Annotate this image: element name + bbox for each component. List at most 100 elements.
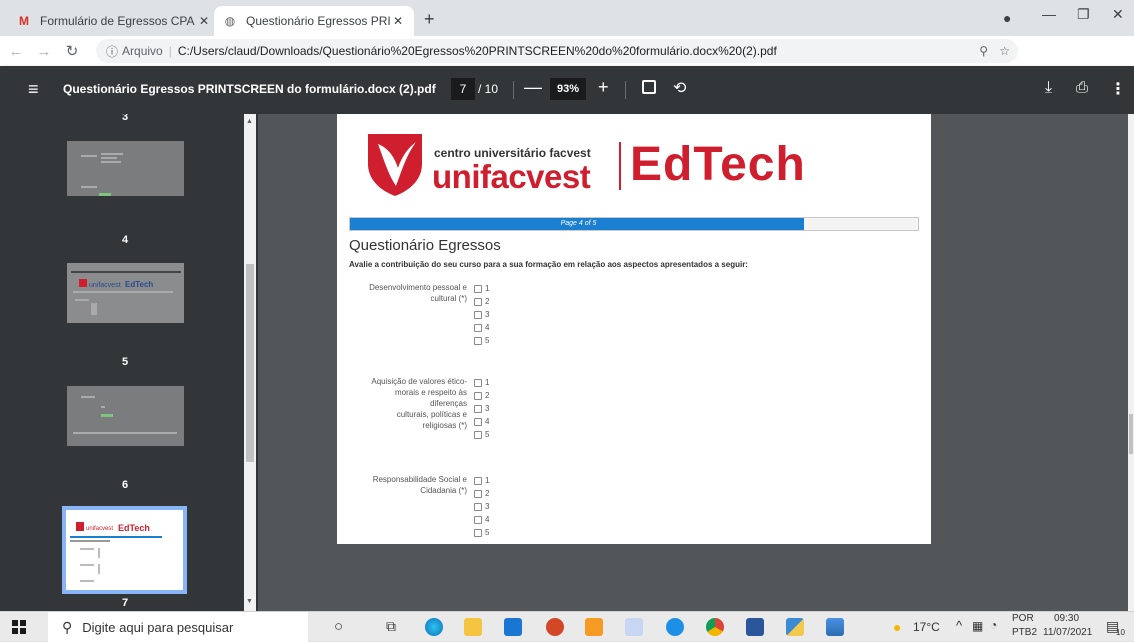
checkbox-option[interactable]: 2: [474, 487, 489, 500]
network-icon[interactable]: ▦: [972, 619, 983, 633]
more-options-icon[interactable]: ⋮: [1110, 79, 1126, 99]
new-tab-button[interactable]: +: [424, 9, 435, 30]
print-icon[interactable]: ⎙: [1076, 79, 1088, 96]
hamburger-menu-icon[interactable]: ≡: [28, 79, 39, 100]
toolbar-divider: [513, 81, 514, 99]
thumbnail-number: 3: [121, 114, 129, 123]
checkbox[interactable]: [474, 310, 482, 319]
thumbnail-preview: unifacvest EdTech: [67, 263, 184, 323]
checkbox-group: 1 2 3 4 5: [474, 376, 489, 441]
checkbox[interactable]: [474, 391, 482, 400]
fit-to-page-icon[interactable]: [642, 80, 656, 94]
paint-icon[interactable]: [585, 618, 603, 636]
viewer-scroll-thumb[interactable]: [1129, 414, 1133, 454]
svg-text:unifacvest: unifacvest: [89, 282, 121, 289]
zoom-out-button[interactable]: —: [524, 77, 542, 98]
reload-icon[interactable]: ↻: [60, 42, 84, 60]
checkbox[interactable]: [474, 336, 482, 345]
wifi-icon[interactable]: ◔: [990, 618, 997, 632]
info-icon[interactable]: ⓘ: [106, 43, 118, 60]
checkbox-option[interactable]: 4: [474, 513, 489, 526]
checkbox-option[interactable]: 3: [474, 308, 489, 321]
clock-time[interactable]: 09:30: [1054, 613, 1079, 624]
form-intro: Avalie a contribuição do seu curso para …: [349, 260, 748, 269]
unifacvest-edtech-logo: centro universitário facvest unifacvest …: [366, 130, 846, 200]
tab-pdf-questionario[interactable]: ◍ Questionário Egressos PRINTSCR ✕: [214, 6, 414, 36]
scroll-down-icon[interactable]: ▼: [246, 598, 253, 605]
checkbox-option[interactable]: 2: [474, 389, 489, 402]
globe-icon: ◍: [224, 14, 236, 28]
logo-wordmark: unifacvest: [432, 158, 591, 195]
taskbar-search-box[interactable]: ⚲ Digite aqui para pesquisar: [48, 612, 308, 642]
task-view-icon[interactable]: ⧉: [386, 618, 396, 635]
thumbnail-page-4[interactable]: [67, 141, 184, 196]
scroll-up-icon[interactable]: ▲: [246, 118, 253, 125]
edge-icon[interactable]: [425, 618, 443, 636]
url-text[interactable]: C:/Users/claud/Downloads/Questionário%20…: [178, 44, 777, 58]
minimize-icon[interactable]: —: [1042, 6, 1056, 22]
checkbox[interactable]: [474, 515, 482, 524]
tab-gmail-form[interactable]: M Formulário de Egressos CPA unifa ✕: [8, 6, 220, 36]
close-tab-icon[interactable]: ✕: [196, 14, 212, 28]
thumbnail-preview: [73, 396, 177, 434]
checkbox[interactable]: [474, 297, 482, 306]
address-bar[interactable]: ⓘ Arquivo | C:/Users/claud/Downloads/Que…: [96, 39, 1018, 63]
zoom-magnifier-icon[interactable]: ⚲: [979, 44, 988, 58]
skype-icon[interactable]: [666, 618, 684, 636]
restore-icon[interactable]: ❐: [1077, 6, 1090, 23]
profile-indicator-icon[interactable]: ●: [1003, 10, 1011, 26]
word-icon[interactable]: [746, 618, 764, 636]
file-explorer-icon[interactable]: [464, 618, 482, 636]
zoom-in-button[interactable]: +: [598, 77, 609, 98]
thumbnail-page-7-selected[interactable]: unifacvest EdTech: [62, 506, 187, 594]
checkbox[interactable]: [474, 502, 482, 511]
download-icon[interactable]: ⤓: [1045, 79, 1052, 97]
close-tab-icon[interactable]: ✕: [390, 14, 406, 28]
checkbox-option[interactable]: 3: [474, 402, 489, 415]
sidebar-scrollbar[interactable]: ▲ ▼: [244, 114, 256, 611]
sidebar-scroll-thumb[interactable]: [246, 264, 254, 462]
forward-icon[interactable]: →: [32, 43, 56, 60]
checkbox[interactable]: [474, 417, 482, 426]
checkbox[interactable]: [474, 489, 482, 498]
checkbox-option[interactable]: 2: [474, 295, 489, 308]
checkbox[interactable]: [474, 404, 482, 413]
weather-temp[interactable]: 17°C: [913, 620, 940, 634]
app-icon[interactable]: [786, 618, 804, 636]
windows-start-icon[interactable]: [12, 620, 26, 634]
photos-icon[interactable]: [625, 618, 643, 636]
language-bottom[interactable]: PTB2: [1012, 627, 1037, 638]
photo-viewer-icon[interactable]: [826, 618, 844, 636]
language-top[interactable]: POR: [1012, 613, 1034, 624]
zoom-level-input[interactable]: 93%: [550, 78, 586, 100]
checkbox-option[interactable]: 4: [474, 321, 489, 334]
clock-date[interactable]: 11/07/2021: [1043, 627, 1092, 638]
checkbox[interactable]: [474, 323, 482, 332]
thumbnail-page-5[interactable]: unifacvest EdTech: [67, 263, 184, 323]
chevron-up-icon[interactable]: ^: [956, 618, 962, 633]
checkbox-option[interactable]: 3: [474, 500, 489, 513]
bookmark-star-icon[interactable]: ☆: [999, 44, 1010, 58]
viewer-scrollbar[interactable]: [1128, 114, 1134, 611]
cortana-icon[interactable]: ○: [334, 618, 343, 635]
checkbox-option[interactable]: 5: [474, 428, 489, 441]
checkbox-option[interactable]: 1: [474, 376, 489, 389]
chrome-icon[interactable]: [706, 618, 724, 636]
mail-icon[interactable]: [504, 618, 522, 636]
checkbox-option[interactable]: 1: [474, 282, 489, 295]
checkbox[interactable]: [474, 378, 482, 387]
checkbox[interactable]: [474, 430, 482, 439]
page-number-input[interactable]: 7: [451, 78, 475, 100]
thumbnail-page-6[interactable]: [67, 386, 184, 446]
close-window-icon[interactable]: ✕: [1112, 6, 1124, 23]
back-icon[interactable]: ←: [4, 43, 28, 60]
checkbox-option[interactable]: 1: [474, 474, 489, 487]
checkbox-option[interactable]: 5: [474, 526, 489, 539]
checkbox[interactable]: [474, 476, 482, 485]
checkbox-option[interactable]: 4: [474, 415, 489, 428]
checkbox-option[interactable]: 5: [474, 334, 489, 347]
checkbox[interactable]: [474, 284, 482, 293]
checkbox[interactable]: [474, 528, 482, 537]
powerpoint-icon[interactable]: [546, 618, 564, 636]
rotate-icon[interactable]: ⟲: [673, 78, 686, 98]
